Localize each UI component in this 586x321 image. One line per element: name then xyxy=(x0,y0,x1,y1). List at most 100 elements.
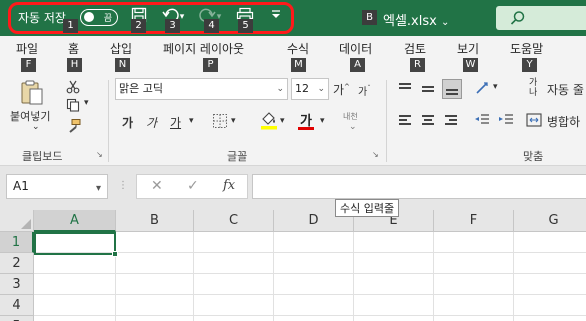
cell-a3[interactable] xyxy=(34,274,116,295)
tab-insert[interactable]: 삽입 xyxy=(110,40,132,57)
column-header-a[interactable]: A xyxy=(34,210,116,232)
fill-color-dropdown-icon[interactable]: ▾ xyxy=(280,116,285,126)
row-header-3[interactable]: 3 xyxy=(0,274,34,295)
cell-e2[interactable] xyxy=(354,253,434,274)
font-name-select[interactable]: 맑은 고딕 ⌄ xyxy=(115,78,288,100)
merge-center-button[interactable]: 병합하 xyxy=(547,113,580,130)
row-header-2[interactable]: 2 xyxy=(0,253,34,274)
enter-icon[interactable]: ✓ xyxy=(187,178,199,194)
row-header-4[interactable]: 4 xyxy=(0,295,34,316)
fill-handle[interactable] xyxy=(112,251,118,257)
font-size-select[interactable]: 12 ⌄ xyxy=(291,78,329,100)
cell-c1[interactable] xyxy=(194,232,274,253)
tab-review[interactable]: 검토 xyxy=(404,40,426,57)
decrease-font-button[interactable]: 가ˇ xyxy=(358,83,371,98)
cell-f3[interactable] xyxy=(434,274,514,295)
paste-button[interactable]: 붙여넣기 xyxy=(10,108,50,124)
bottom-align-icon[interactable] xyxy=(442,79,462,99)
search-box[interactable] xyxy=(496,6,586,30)
borders-icon[interactable] xyxy=(212,113,228,132)
cell-c3[interactable] xyxy=(194,274,274,295)
decrease-indent-icon[interactable] xyxy=(474,112,490,131)
copy-icon[interactable] xyxy=(66,98,80,115)
tab-page-layout[interactable]: 페이지 레이아웃 xyxy=(163,40,244,57)
cell-e5[interactable] xyxy=(354,316,434,321)
orientation-dropdown-icon[interactable]: ▾ xyxy=(493,82,498,92)
customize-qat-icon[interactable] xyxy=(265,7,287,27)
underline-dropdown-icon[interactable]: ▾ xyxy=(189,116,194,126)
formula-bar-grip-icon[interactable]: ⋮ xyxy=(118,180,128,191)
align-right-icon[interactable] xyxy=(442,113,460,129)
cell-d2[interactable] xyxy=(274,253,354,274)
font-color-dropdown-icon[interactable]: ▾ xyxy=(320,116,325,126)
cell-d1[interactable] xyxy=(274,232,354,253)
cell-g2[interactable] xyxy=(514,253,586,274)
paste-icon[interactable] xyxy=(18,78,46,109)
tab-data[interactable]: 데이터 xyxy=(339,40,372,57)
row-header-1[interactable]: 1 xyxy=(0,232,34,253)
cell-f5[interactable] xyxy=(434,316,514,321)
document-title[interactable]: 엑셀.xlsx ⌄ xyxy=(383,10,449,29)
underline-button[interactable]: 가 xyxy=(170,114,181,131)
cell-d5[interactable] xyxy=(274,316,354,321)
select-all-button[interactable] xyxy=(0,210,34,232)
tab-home[interactable]: 홈 xyxy=(68,40,79,57)
name-box[interactable]: A1 ▾ xyxy=(6,174,108,199)
copy-dropdown-icon[interactable]: ▾ xyxy=(84,98,89,108)
align-left-icon[interactable] xyxy=(396,113,414,129)
cell-d3[interactable] xyxy=(274,274,354,295)
font-launcher-icon[interactable]: ↘ xyxy=(372,150,379,159)
bold-button[interactable]: 가 xyxy=(122,114,133,131)
tab-help[interactable]: 도움말 xyxy=(510,40,543,57)
column-header-c[interactable]: C xyxy=(194,210,274,232)
italic-button[interactable]: 가 xyxy=(146,114,157,131)
cell-e3[interactable] xyxy=(354,274,434,295)
cell-e1[interactable] xyxy=(354,232,434,253)
autosave-toggle[interactable]: 끔 xyxy=(80,9,118,26)
cell-a2[interactable] xyxy=(34,253,116,274)
wrap-text-button[interactable]: 자동 줄 xyxy=(547,81,584,98)
borders-dropdown-icon[interactable]: ▾ xyxy=(231,116,236,126)
orientation-icon[interactable] xyxy=(474,80,492,99)
middle-align-icon[interactable] xyxy=(419,81,437,97)
cell-g3[interactable] xyxy=(514,274,586,295)
cell-d4[interactable] xyxy=(274,295,354,316)
phonetic-button[interactable]: 내천 xyxy=(343,111,358,122)
cell-b4[interactable] xyxy=(116,295,194,316)
clipboard-launcher-icon[interactable]: ↘ xyxy=(96,150,103,159)
active-cell-selection[interactable] xyxy=(34,232,118,257)
cell-b5[interactable] xyxy=(116,316,194,321)
format-painter-icon[interactable] xyxy=(66,118,82,137)
cell-e4[interactable] xyxy=(354,295,434,316)
cell-b2[interactable] xyxy=(116,253,194,274)
row-header-5[interactable]: 5 xyxy=(0,316,34,321)
cell-b3[interactable] xyxy=(116,274,194,295)
cell-a5[interactable] xyxy=(34,316,116,321)
cell-b1[interactable] xyxy=(116,232,194,253)
column-header-f[interactable]: F xyxy=(434,210,514,232)
increase-indent-icon[interactable] xyxy=(498,112,514,131)
top-align-icon[interactable] xyxy=(396,81,414,97)
cell-g1[interactable] xyxy=(514,232,586,253)
cell-f1[interactable] xyxy=(434,232,514,253)
insert-function-button[interactable]: fx xyxy=(223,178,235,193)
paste-dropdown-icon[interactable]: ⌄ xyxy=(32,122,40,132)
cell-g4[interactable] xyxy=(514,295,586,316)
column-header-g[interactable]: G xyxy=(514,210,586,232)
cell-c5[interactable] xyxy=(194,316,274,321)
formula-input[interactable] xyxy=(252,174,586,199)
phonetic-dropdown-icon[interactable]: ⌄ xyxy=(349,122,357,132)
cell-f2[interactable] xyxy=(434,253,514,274)
tab-formulas[interactable]: 수식 xyxy=(287,40,309,57)
cell-c2[interactable] xyxy=(194,253,274,274)
increase-font-button[interactable]: 가^ xyxy=(333,81,350,98)
fill-color-icon[interactable] xyxy=(260,110,278,133)
cut-icon[interactable] xyxy=(66,80,80,97)
cell-c4[interactable] xyxy=(194,295,274,316)
align-center-icon[interactable] xyxy=(419,113,437,129)
tab-view[interactable]: 보기 xyxy=(457,40,479,57)
cell-f4[interactable] xyxy=(434,295,514,316)
tab-file[interactable]: 파일 xyxy=(16,40,38,57)
column-header-b[interactable]: B xyxy=(116,210,194,232)
cancel-icon[interactable]: ✕ xyxy=(151,178,163,194)
